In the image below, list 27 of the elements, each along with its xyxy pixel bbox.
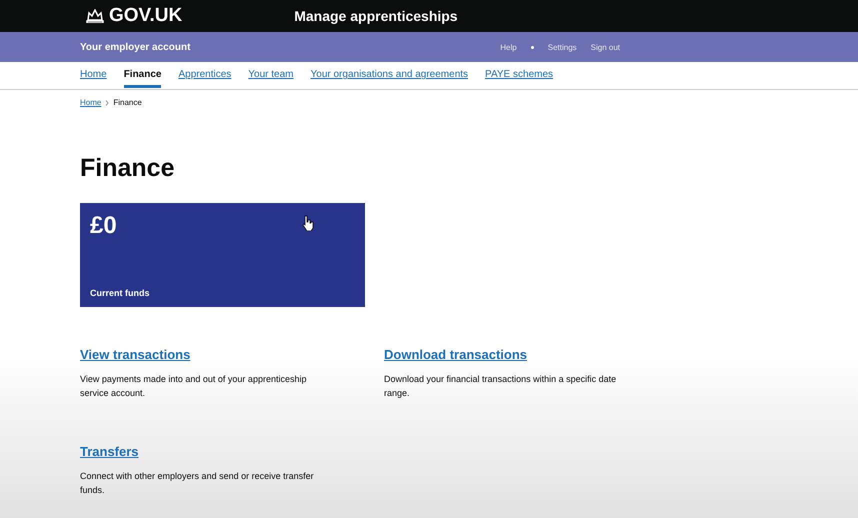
nav-tab[interactable]: Apprentices <box>178 63 232 88</box>
action-link[interactable]: View transactions <box>80 347 384 362</box>
breadcrumb-link[interactable]: Home <box>80 98 102 107</box>
page-title: Finance <box>80 154 176 183</box>
pointer-icon <box>302 215 314 231</box>
action-description: Connect with other employers and send or receive transfer funds. <box>80 470 315 497</box>
action-description: Download your financial transactions within a specific date range. <box>384 373 618 400</box>
funds-amount: £0 <box>90 212 117 240</box>
nav-tab[interactable]: Your team <box>248 63 294 88</box>
action-description: View payments made into and out of your apprenticeship service account. <box>80 373 308 400</box>
nav-tab[interactable]: Your organisations and agreements <box>310 63 468 88</box>
govuk-logo[interactable]: GOV.UK <box>109 5 182 27</box>
account-link[interactable]: Sign out <box>590 42 620 52</box>
action-link[interactable]: Transfers <box>80 444 384 459</box>
bullet-icon <box>530 46 534 48</box>
nav-tab[interactable]: Finance <box>124 63 162 88</box>
service-name[interactable]: Manage apprenticeships <box>294 8 458 24</box>
funds-label: Current funds <box>90 288 150 298</box>
account-title: Your employer account <box>80 42 192 52</box>
nav-tab[interactable]: PAYE schemes <box>485 63 554 88</box>
account-link[interactable]: Help <box>500 42 517 52</box>
current-page-label: Finance <box>113 98 142 107</box>
account-link[interactable]: Settings <box>548 42 577 52</box>
action-link[interactable]: Download transactions <box>384 347 674 362</box>
nav-tab[interactable]: Home <box>80 63 107 88</box>
chevron-icon <box>105 100 110 106</box>
crown-icon <box>86 9 104 23</box>
